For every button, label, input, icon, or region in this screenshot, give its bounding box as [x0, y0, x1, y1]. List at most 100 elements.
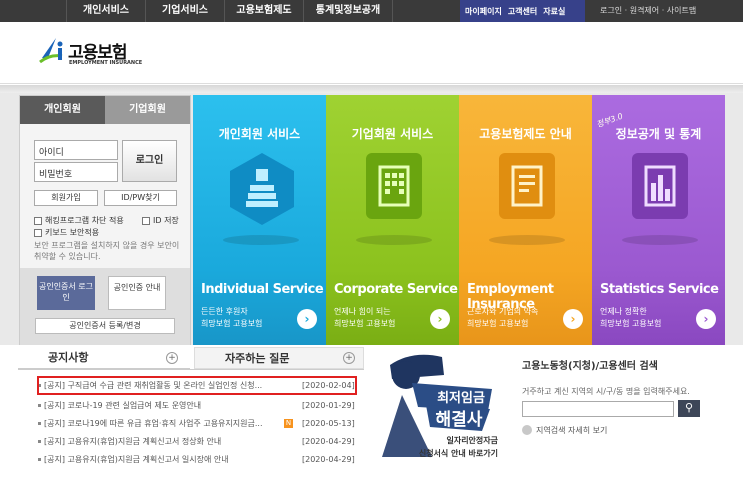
tab-faq[interactable]: 자주하는 질문 [194, 347, 364, 369]
icon-shadow [356, 235, 432, 245]
notice-item[interactable]: [공지] 고용유지(휴업)지원금 계획신고서 일시장애 안내 [2020-04-2… [38, 453, 358, 466]
bullet-icon [38, 458, 41, 461]
checkbox-icon[interactable] [34, 216, 42, 225]
panel-desc-2: 희망보험 고용보험 [467, 319, 529, 328]
tab-notice[interactable]: 공지사항 [18, 347, 190, 369]
panel-title: 기업회원 서비스 [351, 127, 434, 141]
panel-title: 고용보험제도 안내 [479, 127, 572, 141]
mypage-link[interactable]: 마이페이지 [465, 6, 502, 17]
panel-individual-service[interactable]: 개인회원 서비스 Individual Service 든든한 후원자 희망보험… [193, 95, 326, 345]
login-button[interactable]: 로그인 [122, 140, 177, 182]
checkbox-icon[interactable] [34, 228, 42, 237]
notice-date: [2020-01-29] [302, 401, 355, 410]
menu-insurance-system[interactable]: 고용보험제도 [224, 0, 303, 22]
join-button[interactable]: 회원가입 [34, 190, 98, 206]
security-note: 보안 프로그램을 설치하지 않을 경우 보안이 취약할 수 있습니다. [34, 241, 180, 261]
go-arrow-icon[interactable]: › [563, 309, 583, 329]
region-detail-link[interactable]: 지역검색 자세히 보기 [536, 425, 607, 436]
logo-mark-icon [39, 38, 63, 64]
bullet-icon [38, 404, 41, 407]
highlight-box [37, 376, 357, 395]
notice-title[interactable]: [공지] 고용유지(휴업)지원금 계획신고서 일시장애 안내 [44, 453, 286, 466]
id-field[interactable]: 아이디 [34, 140, 118, 160]
go-arrow-icon[interactable]: › [430, 309, 450, 329]
faq-more-icon[interactable]: + [343, 352, 355, 364]
icon-shadow [622, 235, 698, 245]
notice-title[interactable]: [공지] 코로나-19 관련 실업급여 제도 운영안내 [44, 399, 286, 412]
notice-item[interactable]: [공지] 코로나-19 관련 실업급여 제도 운영안내 [2020-01-29] [38, 399, 358, 412]
cert-register-button[interactable]: 공인인증서 등록/변경 [35, 318, 175, 334]
panel-title: 정보공개 및 통계 [615, 127, 702, 141]
cert-guide-button[interactable]: 공인인증 안내 [108, 276, 166, 310]
login-tabs: 개인회원 기업회원 [20, 96, 190, 124]
search-icon[interactable]: ⚲ [678, 400, 700, 417]
panel-desc-1: 언제나 힘이 되는 [334, 307, 391, 316]
logo-subtitle: EMPLOYMENT INSURANCE [69, 60, 143, 66]
panel-english-title: Corporate Service [334, 282, 458, 297]
banner-line-2: 해결사 [435, 410, 483, 430]
building-icon [366, 153, 422, 219]
panel-employment-insurance[interactable]: 고용보험제도 안내 Employment Insurance 근로자와 기업의 … [459, 95, 592, 345]
panel-desc-1: 든든한 후원자 [201, 307, 248, 316]
id-save-option[interactable]: ID 저장 [142, 215, 179, 226]
find-id-pw-button[interactable]: ID/PW찾기 [104, 190, 177, 206]
site-logo[interactable]: 고용보험 EMPLOYMENT INSURANCE [36, 36, 156, 76]
checkbox-icon[interactable] [142, 216, 150, 225]
go-arrow-icon[interactable]: › [696, 309, 716, 329]
menu-corporate-service[interactable]: 기업서비스 [145, 0, 224, 22]
panel-desc-2: 희망보험 고용보험 [600, 319, 662, 328]
center-search: 고용노동청(지청)/고용센터 검색 거주하고 계신 지역의 시/구/동 명을 입… [512, 345, 743, 478]
notice-item[interactable]: [공지] 고용유지(휴업)지원금 계획신고서 정상화 안내 [2020-04-29… [38, 435, 358, 448]
panel-desc-2: 희망보험 고용보험 [201, 319, 263, 328]
utility-links[interactable]: 로그인 · 원격제어 · 사이트맵 [600, 0, 696, 22]
customer-center-link[interactable]: 고객센터 [508, 6, 537, 17]
search-hint: 거주하고 계신 지역의 시/구/동 명을 입력해주세요. [522, 387, 690, 396]
notice-date: [2020-05-13] [302, 419, 355, 428]
archive-link[interactable]: 자료실 [543, 6, 565, 17]
document-icon [499, 153, 555, 219]
banner-sub-2: 신청서식 안내 바로가기 [418, 449, 498, 458]
search-title: 고용노동청(지청)/고용센터 검색 [522, 361, 658, 372]
tab-personal-member[interactable]: 개인회원 [20, 96, 105, 124]
panel-english-title: Individual Service [201, 282, 324, 297]
region-search-input[interactable] [522, 401, 674, 417]
panel-statistics-service[interactable]: 정부3.0 정보공개 및 통계 Statistics Service 언제나 정… [592, 95, 725, 345]
hacking-block-option[interactable]: 해킹프로그램 차단 적용 [34, 215, 124, 226]
bullet-icon [38, 422, 41, 425]
site-header: 고용보험 EMPLOYMENT INSURANCE [0, 22, 743, 84]
login-box: 개인회원 기업회원 아이디 비밀번호 로그인 회원가입 ID/PW찾기 해킹프로… [19, 95, 191, 345]
main-visual-area: 개인회원 기업회원 아이디 비밀번호 로그인 회원가입 ID/PW찾기 해킹프로… [0, 93, 743, 345]
notice-title[interactable]: [공지] 고용유지(휴업)지원금 계획신고서 정상화 안내 [44, 435, 286, 448]
panel-corporate-service[interactable]: 기업회원 서비스 Corporate Service 언제나 힘이 되는 희망보… [326, 95, 459, 345]
arrow-circle-icon [522, 425, 532, 435]
notice-more-icon[interactable]: + [166, 352, 178, 364]
keyboard-security-option[interactable]: 키보드 보안적용 [34, 227, 99, 238]
notice-date: [2020-04-29] [302, 455, 355, 464]
certificate-area: 공인인증서 로그인 공인인증 안내 공인인증서 등록/변경 [20, 268, 190, 345]
password-field[interactable]: 비밀번호 [34, 162, 118, 182]
top-navigation-bar: 개인서비스 기업서비스 고용보험제도 통계및정보공개 마이페이지 고객센터 자료… [0, 0, 743, 22]
keyboard-security-label: 키보드 보안적용 [45, 228, 100, 237]
menu-personal-service[interactable]: 개인서비스 [66, 0, 145, 22]
panel-title: 개인회원 서비스 [218, 127, 301, 141]
menu-statistics[interactable]: 통계및정보공개 [303, 0, 393, 22]
cert-login-button[interactable]: 공인인증서 로그인 [37, 276, 95, 310]
notice-title[interactable]: [공지] 코로나19에 따른 유급 휴업·휴직 사업주 고용유지지원금... [44, 417, 286, 430]
id-save-label: ID 저장 [153, 216, 179, 225]
banner-sub-1: 일자리안정자금 [446, 436, 498, 445]
panel-desc-1: 근로자와 기업의 약속 [467, 307, 539, 316]
new-badge: N [284, 419, 293, 428]
person-icon [230, 153, 294, 225]
tab-corporate-member[interactable]: 기업회원 [105, 96, 190, 124]
icon-shadow [489, 235, 565, 245]
tab-underline [18, 369, 364, 370]
main-menu: 개인서비스 기업서비스 고용보험제도 통계및정보공개 [66, 0, 393, 22]
banner-line-1: 최저임금 [437, 391, 485, 406]
go-arrow-icon[interactable]: › [297, 309, 317, 329]
panel-desc-2: 희망보험 고용보험 [334, 319, 396, 328]
header-divider [0, 85, 743, 93]
notice-item[interactable]: [공지] 코로나19에 따른 유급 휴업·휴직 사업주 고용유지지원금... N [… [38, 417, 358, 430]
panel-english-title: Statistics Service [600, 282, 719, 297]
minimum-wage-banner[interactable]: 최저임금 해결사 일자리안정자금 신청서식 안내 바로가기 [372, 345, 498, 463]
bar-chart-icon [632, 153, 688, 219]
